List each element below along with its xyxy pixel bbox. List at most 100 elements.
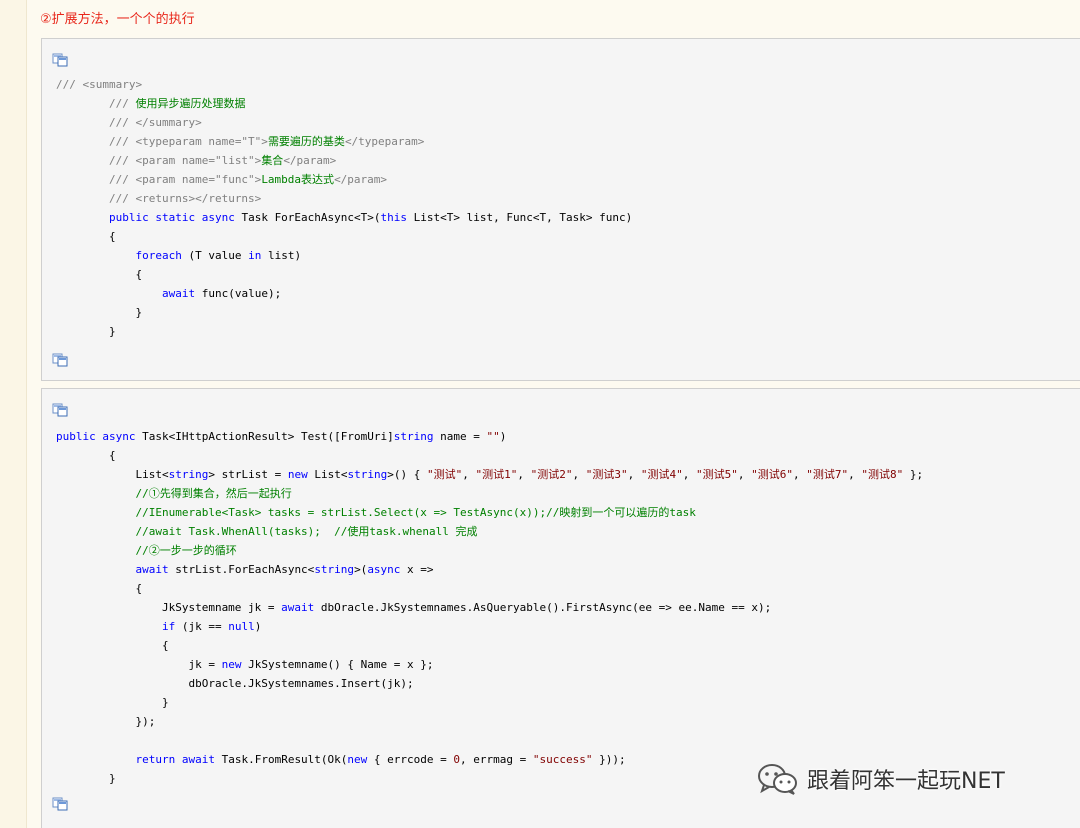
- code-line: //①先得到集合，然后一起执行: [56, 484, 923, 503]
- code-line: {: [56, 265, 632, 284]
- code-line: }: [56, 303, 632, 322]
- code-line: foreach (T value in list): [56, 246, 632, 265]
- code-token: }: [56, 306, 143, 319]
- code-token: "测试5": [695, 468, 738, 481]
- code-token: </param>: [334, 173, 388, 186]
- code-token: string: [168, 468, 209, 481]
- code-token: };: [903, 468, 924, 481]
- code-line: //IEnumerable<Task> tasks = strList.Sele…: [56, 503, 923, 522]
- code-line: await func(value);: [56, 284, 632, 303]
- code-token: new: [347, 753, 368, 766]
- code-token: "测试4": [640, 468, 683, 481]
- code-token: await: [135, 563, 169, 576]
- code-token: }: [56, 772, 116, 785]
- code-line: public async Task<IHttpActionResult> Tes…: [56, 427, 923, 446]
- code-token: {: [56, 639, 169, 652]
- code-line: //await Task.WhenAll(tasks); //使用task.wh…: [56, 522, 923, 541]
- copy-code-icon[interactable]: [52, 353, 68, 367]
- code-token: List<: [56, 468, 169, 481]
- code-token: ,: [572, 468, 586, 481]
- code-token: JkSystemname() { Name = x };: [241, 658, 434, 671]
- code-token: /// <param name="func">: [108, 173, 262, 186]
- code-line: //②一步一步的循环: [56, 541, 923, 560]
- code-token: await: [281, 601, 315, 614]
- code-line: /// <returns></returns>: [56, 189, 632, 208]
- code-token: </typeparam>: [344, 135, 425, 148]
- code-token: 集合: [261, 154, 284, 167]
- code-token: this: [380, 211, 408, 224]
- code-token: return await: [135, 753, 215, 766]
- code-line: if (jk == null): [56, 617, 923, 636]
- code-token: }: [56, 696, 169, 709]
- code-token: foreach: [135, 249, 182, 262]
- copy-code-icon[interactable]: [52, 797, 68, 811]
- code-line: /// <param name="func">Lambda表达式</param>: [56, 170, 632, 189]
- copy-code-icon[interactable]: [52, 53, 68, 67]
- code-token: public async: [56, 430, 136, 443]
- code-line: });: [56, 712, 923, 731]
- code-token: Task.FromResult(Ok(: [214, 753, 348, 766]
- section-heading: ②扩展方法，一个个的执行: [40, 12, 195, 27]
- code-token: x =>: [400, 563, 434, 576]
- code-token: 使用异步遍历处理数据: [135, 97, 246, 110]
- code-token: //②一步一步的循环: [135, 544, 237, 557]
- code-line: /// 使用异步遍历处理数据: [56, 94, 632, 113]
- code-token: new: [221, 658, 242, 671]
- code-line: await strList.ForEachAsync<string>(async…: [56, 560, 923, 579]
- code-token: ): [254, 620, 262, 633]
- code-token: 需要遍历的基类: [267, 135, 345, 148]
- code-token: /// <param name="list">: [108, 154, 262, 167]
- code-token: {: [56, 449, 116, 462]
- code-token: in: [248, 249, 262, 262]
- code-token: ,: [848, 468, 862, 481]
- code-token: ,: [462, 468, 476, 481]
- code-token: list): [261, 249, 302, 262]
- code-token: "测试3": [585, 468, 628, 481]
- code-token: string: [347, 468, 388, 481]
- code-line: {: [56, 227, 632, 246]
- copy-code-icon[interactable]: [52, 403, 68, 417]
- code-token: "测试6": [751, 468, 793, 481]
- code-token: { errcode =: [367, 753, 454, 766]
- code-token: List<T> list, Func<T, Task> func): [407, 211, 633, 224]
- code-token: (T value: [181, 249, 249, 262]
- code-token: > strList =: [208, 468, 288, 481]
- code-listing-foreach-async: /// <summary> /// 使用异步遍历处理数据 /// </summa…: [56, 75, 632, 341]
- code-token: /// <typeparam name="T">: [108, 135, 268, 148]
- code-line: JkSystemname jk = await dbOracle.JkSyste…: [56, 598, 923, 617]
- code-token: ,: [682, 468, 696, 481]
- code-token: Lambda表达式: [261, 173, 335, 186]
- code-token: JkSystemname jk =: [56, 601, 282, 614]
- code-token: }: [56, 325, 116, 338]
- code-token: "success": [532, 753, 593, 766]
- watermark-text: 跟着阿笨一起玩NET: [807, 769, 1005, 794]
- code-token: dbOracle.JkSystemnames.Insert(jk);: [56, 677, 414, 690]
- code-token: name =: [433, 430, 487, 443]
- code-line: /// <typeparam name="T">需要遍历的基类</typepar…: [56, 132, 632, 151]
- code-token: new: [287, 468, 308, 481]
- code-token: func(value);: [195, 287, 282, 300]
- code-token: //await Task.WhenAll(tasks); //使用task.wh…: [135, 525, 478, 538]
- code-line: }: [56, 322, 632, 341]
- code-token: Task<IHttpActionResult> Test([FromUri]: [135, 430, 394, 443]
- code-token: public static async: [108, 211, 235, 224]
- code-token: ,: [627, 468, 641, 481]
- code-token: </param>: [283, 154, 337, 167]
- code-token: /// </summary>: [108, 116, 202, 129]
- code-token: (jk ==: [175, 620, 229, 633]
- code-token: //①先得到集合，然后一起执行: [135, 487, 292, 500]
- code-line: /// </summary>: [56, 113, 632, 132]
- left-margin: [0, 0, 27, 828]
- code-token: ,: [737, 468, 752, 481]
- code-token: dbOracle.JkSystemnames.AsQueryable().Fir…: [314, 601, 772, 614]
